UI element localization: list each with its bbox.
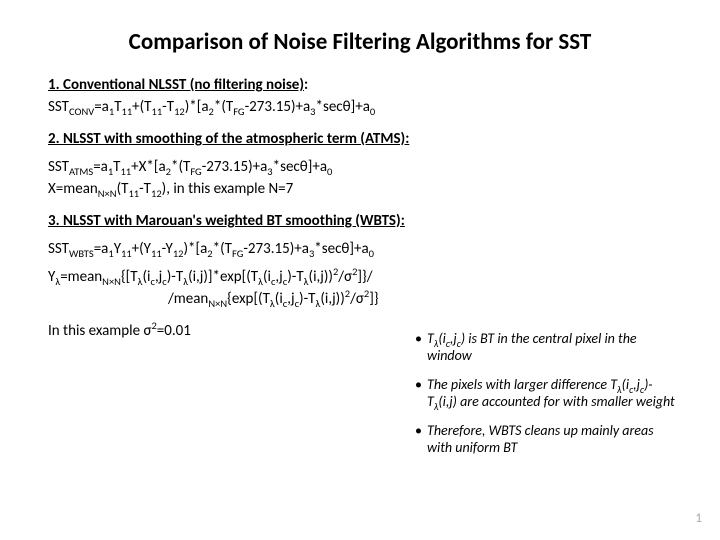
formula-wbts-y2: /meanN×N{exp[(Tλ(ic,jc)-Tλ(i,j))2/σ2]} bbox=[48, 290, 672, 308]
page-number: 1 bbox=[695, 511, 702, 526]
formula-wbts-y1: Yλ=meanN×N{[Tλ(ic,jc)-Tλ(i,j)]*exp[(Tλ(i… bbox=[48, 268, 672, 286]
note-1: • Tλ(ic,jc) is BT in the central pixel i… bbox=[415, 330, 680, 364]
side-notes: • Tλ(ic,jc) is BT in the central pixel i… bbox=[415, 330, 680, 468]
formula-atms: SSTATMS=a1T11+X*[a2*(TFG-273.15)+a3*secθ… bbox=[48, 158, 672, 176]
formula-conv: SSTCONV=a1T11+(T11-T12)*[a2*(TFG-273.15)… bbox=[48, 98, 672, 116]
formula-wbts: SSTWBTS=a1Y11+(Y11-Y12)*[a2*(TFG-273.15)… bbox=[48, 240, 672, 258]
section-1-heading: 1. Conventional NLSST (no filtering nois… bbox=[48, 76, 672, 94]
note-2: • The pixels with larger difference Tλ(i… bbox=[415, 376, 680, 410]
page-title: Comparison of Noise Filtering Algorithms… bbox=[48, 28, 672, 56]
section-3-heading: 3. NLSST with Marouan's weighted BT smoo… bbox=[48, 212, 672, 230]
formula-atms-x: X=meanN×N(T11-T12), in this example N=7 bbox=[48, 180, 672, 198]
section-2-heading: 2. NLSST with smoothing of the atmospher… bbox=[48, 130, 672, 148]
note-3: • Therefore, WBTS cleans up mainly areas… bbox=[415, 422, 680, 456]
